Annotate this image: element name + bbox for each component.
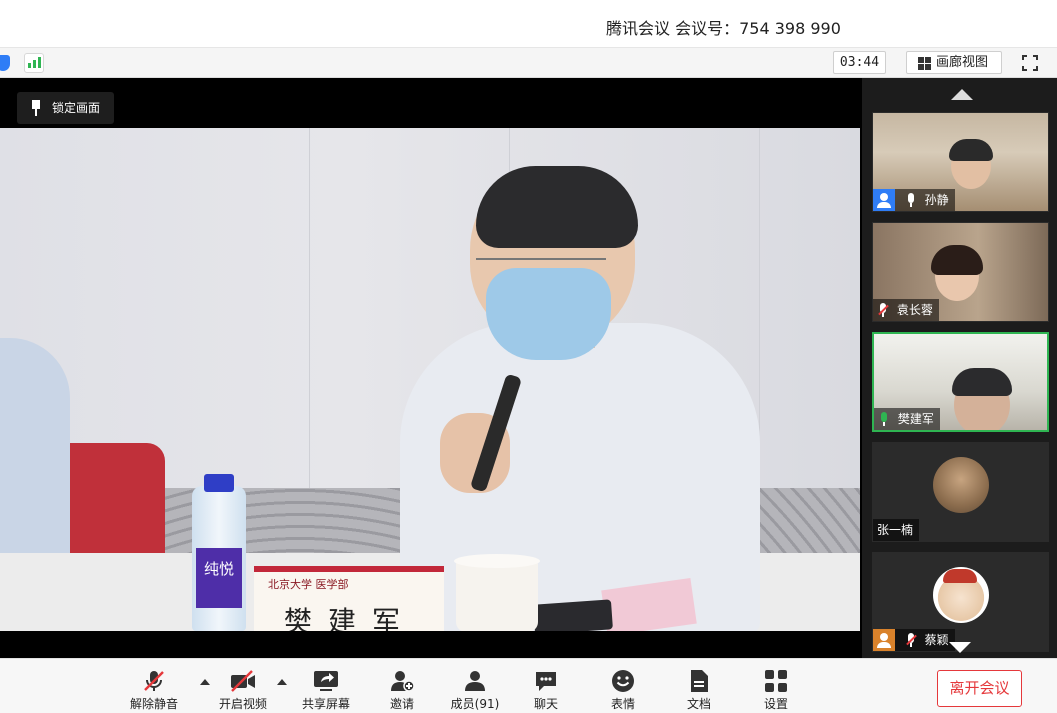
mobile-phone xyxy=(533,599,613,631)
invite-label: 邀请 xyxy=(389,697,414,711)
share-screen-button[interactable]: 共享屏幕 xyxy=(297,659,355,713)
microphone-speaking-icon xyxy=(878,408,890,430)
unmute-label: 解除静音 xyxy=(129,697,178,711)
bottle-cap xyxy=(204,474,234,492)
invite-user-icon xyxy=(391,671,415,692)
network-signal-icon[interactable] xyxy=(24,53,44,73)
participant-name-tag: 张一楠 xyxy=(873,519,920,541)
participant-name: 孙静 xyxy=(924,193,949,207)
gallery-view-label: 画廊视图 xyxy=(936,55,989,70)
security-shield-icon[interactable] xyxy=(0,55,10,71)
documents-button[interactable]: 文档 xyxy=(675,659,723,713)
microphone-muted-icon xyxy=(144,671,164,691)
participant-name-tag: 袁长蓉 xyxy=(873,299,939,321)
audio-options-caret-icon[interactable] xyxy=(200,679,210,685)
participant-avatar xyxy=(933,457,989,513)
start-video-label: 开启视频 xyxy=(218,697,267,711)
bottle-label-text: 纯悦 xyxy=(203,560,234,578)
avatar-hat xyxy=(943,569,977,583)
nameplate-logo: 北京大学 医学部 xyxy=(268,578,349,591)
lock-screen-button[interactable]: 锁定画面 xyxy=(17,92,114,124)
participant-tile[interactable]: 蔡颖 xyxy=(872,552,1049,652)
participant-tile[interactable]: 袁长蓉 xyxy=(872,222,1049,322)
participant-name: 樊建军 xyxy=(897,412,934,426)
start-video-button[interactable]: 开启视频 xyxy=(214,659,272,713)
bottom-control-bar: 解除静音 开启视频 共享屏幕 邀请 成员(91) 聊天 表情 文档 设置 离开会… xyxy=(0,658,1057,713)
members-label: 成员(91) xyxy=(450,697,500,711)
pin-icon xyxy=(31,100,41,116)
documents-label: 文档 xyxy=(686,697,711,711)
participant-tile[interactable]: 张一楠 xyxy=(872,442,1049,542)
participant-rail: 孙静 袁长蓉 樊建军 张一楠 蔡颖 xyxy=(862,78,1057,658)
invite-button[interactable]: 邀请 xyxy=(378,659,426,713)
share-screen-label: 共享屏幕 xyxy=(301,697,350,711)
settings-grid-icon xyxy=(765,670,787,692)
gallery-view-button[interactable]: 画廊视图 xyxy=(906,51,1002,74)
participant-name-tag: 樊建军 xyxy=(874,408,940,430)
paper-cup xyxy=(454,554,540,631)
video-options-caret-icon[interactable] xyxy=(277,679,287,685)
reactions-label: 表情 xyxy=(610,697,635,711)
scroll-down-arrow-icon[interactable] xyxy=(949,642,971,653)
wall-panel xyxy=(110,128,310,488)
participant-name: 袁长蓉 xyxy=(896,303,933,317)
reactions-button[interactable]: 表情 xyxy=(599,659,647,713)
top-toolbar: 03:44 画廊视图 xyxy=(0,48,1057,78)
water-bottle: 纯悦 xyxy=(192,474,246,631)
participant-name-tag: 蔡颖 xyxy=(873,629,955,651)
chat-button[interactable]: 聊天 xyxy=(522,659,570,713)
lock-screen-label: 锁定画面 xyxy=(52,101,101,115)
participant-hair xyxy=(949,139,993,161)
name-plate: 北京大学 医学部 樊建军 xyxy=(254,566,444,631)
document-icon xyxy=(691,670,708,692)
settings-button[interactable]: 设置 xyxy=(752,659,800,713)
bottle-label: 纯悦 xyxy=(196,548,242,608)
grid-icon xyxy=(918,57,931,70)
speaker-hair xyxy=(476,166,638,248)
left-attendee-arm xyxy=(0,338,70,568)
emoji-icon xyxy=(612,670,634,692)
participant-name: 蔡颖 xyxy=(924,633,949,647)
microphone-icon xyxy=(905,189,917,211)
user-badge-icon xyxy=(873,629,895,651)
participant-name-tag: 孙静 xyxy=(873,189,955,211)
share-screen-icon xyxy=(314,671,338,691)
settings-label: 设置 xyxy=(763,697,788,711)
members-button[interactable]: 成员(91) xyxy=(446,659,504,713)
participant-hair xyxy=(952,368,1012,396)
microphone-muted-icon xyxy=(905,629,917,651)
chat-bubble-icon xyxy=(536,672,556,691)
meeting-timer: 03:44 xyxy=(833,51,886,74)
leave-meeting-button[interactable]: 离开会议 xyxy=(937,670,1022,707)
camera-off-icon xyxy=(231,670,255,692)
main-video-stage[interactable]: 纯悦 北京大学 医学部 樊建军 锁定画面 xyxy=(0,78,862,658)
members-icon xyxy=(465,671,485,691)
nameplate-name: 樊建军 xyxy=(284,605,417,631)
unmute-button[interactable]: 解除静音 xyxy=(125,659,183,713)
meeting-title: 腾讯会议 会议号：754 398 990 xyxy=(606,19,841,38)
chat-label: 聊天 xyxy=(533,697,558,711)
participant-name: 张一楠 xyxy=(877,523,914,537)
title-bar: 腾讯会议 会议号：754 398 990 xyxy=(0,0,1057,48)
scroll-up-arrow-icon[interactable] xyxy=(951,89,973,100)
user-badge-icon xyxy=(873,189,895,211)
participant-tile-active[interactable]: 樊建军 xyxy=(872,332,1049,432)
participant-tile[interactable]: 孙静 xyxy=(872,112,1049,212)
speaker-face-mask xyxy=(486,268,611,360)
speaker-video-feed: 纯悦 北京大学 医学部 樊建军 xyxy=(0,128,860,631)
microphone-muted-icon xyxy=(877,299,889,321)
fullscreen-icon[interactable] xyxy=(1022,55,1038,71)
